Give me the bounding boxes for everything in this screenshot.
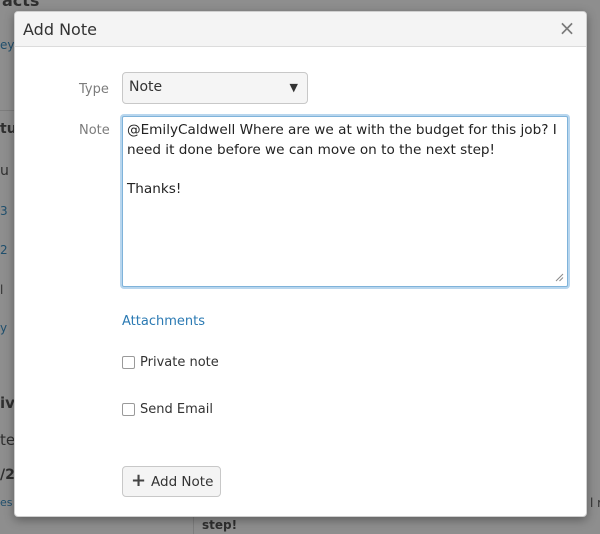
- bg-fragment-text: l r: [590, 496, 600, 510]
- type-label: Type: [79, 82, 109, 97]
- bg-fragment-text: l: [0, 283, 4, 297]
- bg-divider: [193, 517, 194, 534]
- attachments-link[interactable]: Attachments: [122, 314, 205, 329]
- private-note-checkbox[interactable]: Private note: [122, 355, 232, 373]
- type-select-value: Note: [129, 79, 163, 95]
- resize-handle-icon[interactable]: [554, 272, 564, 282]
- bg-fragment-text: /2: [0, 467, 15, 483]
- bg-fragment-text: te: [0, 431, 16, 449]
- bg-fragment-link: ey: [0, 38, 15, 52]
- type-select[interactable]: Note ▼: [122, 72, 308, 104]
- send-email-checkbox[interactable]: Send Email: [122, 402, 232, 420]
- checkbox-square[interactable]: [122, 356, 135, 369]
- bg-fragment-link: y: [0, 321, 8, 335]
- bg-fragment-text: u: [0, 163, 9, 179]
- bg-fragment-subheading: iv: [0, 394, 15, 412]
- chevron-down-icon: ▼: [289, 81, 298, 94]
- add-note-button[interactable]: + Add Note: [122, 466, 221, 497]
- bg-fragment-heading: acts: [2, 0, 40, 10]
- plus-icon: +: [131, 470, 147, 491]
- bg-divider: [0, 110, 14, 111]
- private-note-label: Private note: [140, 355, 219, 370]
- note-label: Note: [79, 123, 110, 138]
- checkbox-square[interactable]: [122, 403, 135, 416]
- bg-fragment-link: 3: [0, 204, 8, 218]
- add-note-button-label: Add Note: [151, 474, 214, 490]
- bg-fragment-text: step!: [202, 518, 238, 532]
- note-textarea[interactable]: [122, 116, 568, 287]
- dialog-title: Add Note: [23, 20, 97, 39]
- bg-fragment-link: 2: [0, 243, 8, 257]
- bg-fragment-link: es: [0, 496, 13, 509]
- add-note-dialog: Add Note × Type Note ▼ Note Attachments …: [14, 11, 587, 517]
- send-email-label: Send Email: [140, 402, 213, 417]
- dialog-header: Add Note ×: [15, 12, 586, 47]
- close-icon[interactable]: ×: [556, 17, 578, 39]
